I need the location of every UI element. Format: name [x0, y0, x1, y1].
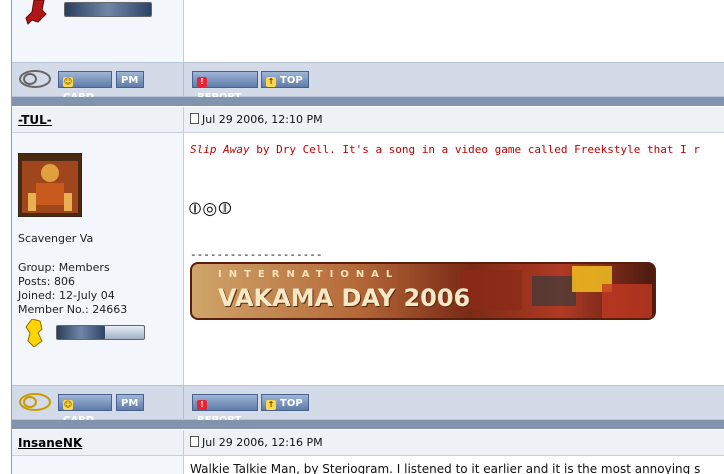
pm-button[interactable]: PM: [116, 71, 144, 88]
rank-figure-icon: [25, 319, 43, 347]
post-separator: [12, 420, 724, 429]
post-date: Jul 29 2006, 12:10 PM: [190, 113, 323, 126]
member-group: Group: Members: [18, 261, 110, 274]
prev-post-body: [183, 0, 724, 62]
post-date: Jul 29 2006, 12:16 PM: [190, 436, 323, 449]
member-level-fill: [57, 326, 105, 339]
banner-top-text: INTERNATIONAL: [218, 269, 400, 280]
post-body: Slip Away by Dry Cell. It's a song in a …: [183, 133, 724, 385]
song-title: Slip Away: [190, 143, 250, 156]
banner-main-text: VAKAMA DAY 2006: [218, 284, 471, 312]
post-toolbar: ☺CARD PM !REPORT ↑TOP: [12, 62, 724, 103]
offline-status-icon: [19, 70, 51, 88]
card-button[interactable]: ☺CARD: [58, 71, 112, 103]
post-separator: [12, 97, 724, 106]
signature-divider: --------------------: [190, 248, 323, 261]
post-author-sidebar: [12, 456, 183, 474]
username-link[interactable]: InsaneNK: [18, 436, 82, 450]
alert-icon: !: [197, 77, 207, 87]
post-toolbar: ☺CARD PM !REPORT ↑TOP: [12, 385, 724, 426]
post-author-sidebar: Scavenger Va Group: Members Posts: 806 J…: [12, 133, 183, 385]
member-level-bar: [56, 325, 145, 340]
arrow-up-icon: ↑: [266, 400, 276, 410]
symbol-glyphs: ⦶◎⦷: [189, 199, 233, 219]
user-icon: ☺: [63, 77, 73, 87]
document-icon: [190, 113, 199, 124]
pm-button[interactable]: PM: [116, 394, 144, 411]
member-number: Member No.: 24663: [18, 303, 128, 316]
post-message: Slip Away by Dry Cell. It's a song in a …: [190, 143, 700, 156]
alert-icon: !: [197, 400, 207, 410]
prev-post-sidebar: [12, 0, 183, 62]
avatar[interactable]: [18, 153, 82, 217]
prev-level-bar: [64, 2, 152, 17]
card-button[interactable]: ☺CARD: [58, 394, 112, 426]
member-title: Scavenger Va: [18, 232, 94, 245]
top-button[interactable]: ↑ TOP: [261, 394, 309, 411]
document-icon: [190, 436, 199, 447]
user-icon: ☺: [63, 400, 73, 410]
post-header: -TUL- Jul 29 2006, 12:10 PM: [12, 107, 724, 133]
rank-figure-icon: [25, 0, 47, 25]
member-joined: Joined: 12-July 04: [18, 289, 115, 302]
online-status-icon: [19, 393, 51, 411]
banner-artwork: [462, 266, 652, 318]
post-message: Walkie Talkie Man, by Steriogram. I list…: [190, 462, 701, 474]
report-button[interactable]: !REPORT: [192, 394, 258, 426]
report-button[interactable]: !REPORT: [192, 71, 258, 103]
username-link[interactable]: -TUL-: [18, 113, 52, 127]
post-body: Walkie Talkie Man, by Steriogram. I list…: [183, 456, 724, 474]
arrow-up-icon: ↑: [266, 77, 276, 87]
post-header: InsaneNK Jul 29 2006, 12:16 PM: [12, 430, 724, 456]
member-posts: Posts: 806: [18, 275, 75, 288]
signature-banner: INTERNATIONAL VAKAMA DAY 2006: [190, 262, 656, 320]
top-button[interactable]: ↑ TOP: [261, 71, 309, 88]
